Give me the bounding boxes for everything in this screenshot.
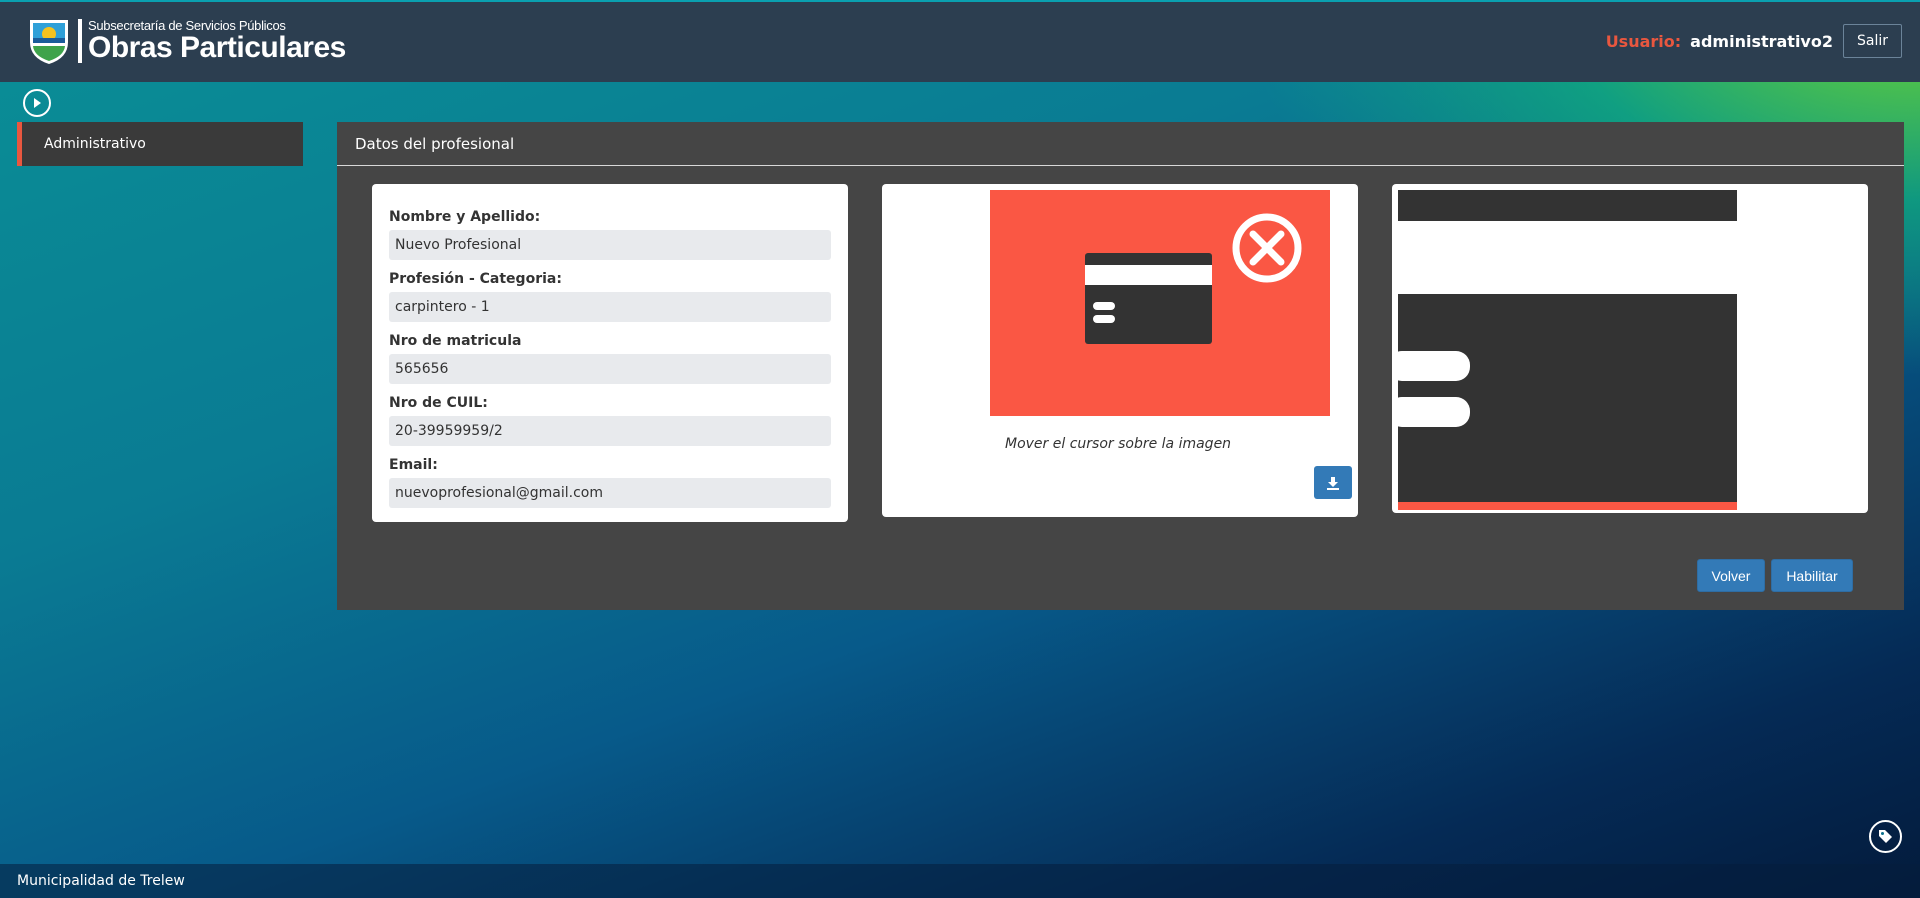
sidebar-item-administrativo[interactable]: Administrativo — [17, 122, 303, 166]
footer-text: Municipalidad de Trelew — [17, 873, 185, 889]
tag-button[interactable] — [1869, 820, 1902, 853]
user-area: Usuario: administrativo2 Salir — [1606, 24, 1902, 58]
tag-icon — [1879, 830, 1892, 843]
credit-card-zoom-image — [1398, 190, 1737, 510]
user-name: administrativo2 — [1690, 31, 1833, 51]
field-label-profesion: Profesión - Categoria: — [389, 270, 562, 287]
profesional-panel: Datos del profesional Nombre y Apellido:… — [337, 122, 1904, 610]
field-label-cuil: Nro de CUIL: — [389, 394, 488, 411]
back-button[interactable]: Volver — [1697, 559, 1765, 592]
field-label-email: Email: — [389, 456, 438, 473]
image-caption: Mover el cursor sobre la imagen — [1005, 436, 1232, 452]
user-label: Usuario: — [1605, 31, 1682, 51]
trelew-shield-logo — [30, 20, 68, 64]
app-logo[interactable]: Subsecretaría de Servicios Públicos Obra… — [28, 16, 346, 66]
panel-title: Datos del profesional — [337, 122, 1904, 166]
logout-button[interactable]: Salir — [1842, 24, 1902, 58]
profesional-info-card: Nombre y Apellido: Nuevo Profesional Pro… — [372, 184, 848, 522]
field-label-nombre: Nombre y Apellido: — [389, 208, 541, 225]
document-preview-card — [1392, 184, 1868, 513]
field-value-profesion: carpintero - 1 — [389, 292, 831, 322]
card-preview-image[interactable] — [1398, 190, 1737, 510]
field-value-cuil: 20-39959959/2 — [389, 416, 831, 446]
field-value-email: nuevoprofesional@gmail.com — [389, 478, 831, 508]
logo-text: Subsecretaría de Servicios Públicos Obra… — [78, 19, 346, 63]
logo-title: Obras Particulares — [88, 31, 346, 64]
field-label-matricula: Nro de matricula — [389, 332, 522, 349]
download-button[interactable] — [1314, 466, 1352, 499]
credit-card-error-icon — [1085, 213, 1302, 344]
download-icon — [1327, 476, 1339, 490]
enable-button[interactable]: Habilitar — [1771, 559, 1853, 592]
field-value-matricula: 565656 — [389, 354, 831, 384]
field-value-nombre: Nuevo Profesional — [389, 230, 831, 260]
play-circle-icon — [34, 98, 41, 108]
sidebar-item-label: Administrativo — [44, 136, 146, 152]
card-error-image[interactable] — [990, 190, 1330, 416]
sidebar-toggle-button[interactable] — [23, 89, 51, 117]
top-header: Subsecretaría de Servicios Públicos Obra… — [0, 0, 1920, 82]
footer: Municipalidad de Trelew — [0, 864, 1920, 898]
document-image-card: Mover el cursor sobre la imagen — [882, 184, 1358, 517]
